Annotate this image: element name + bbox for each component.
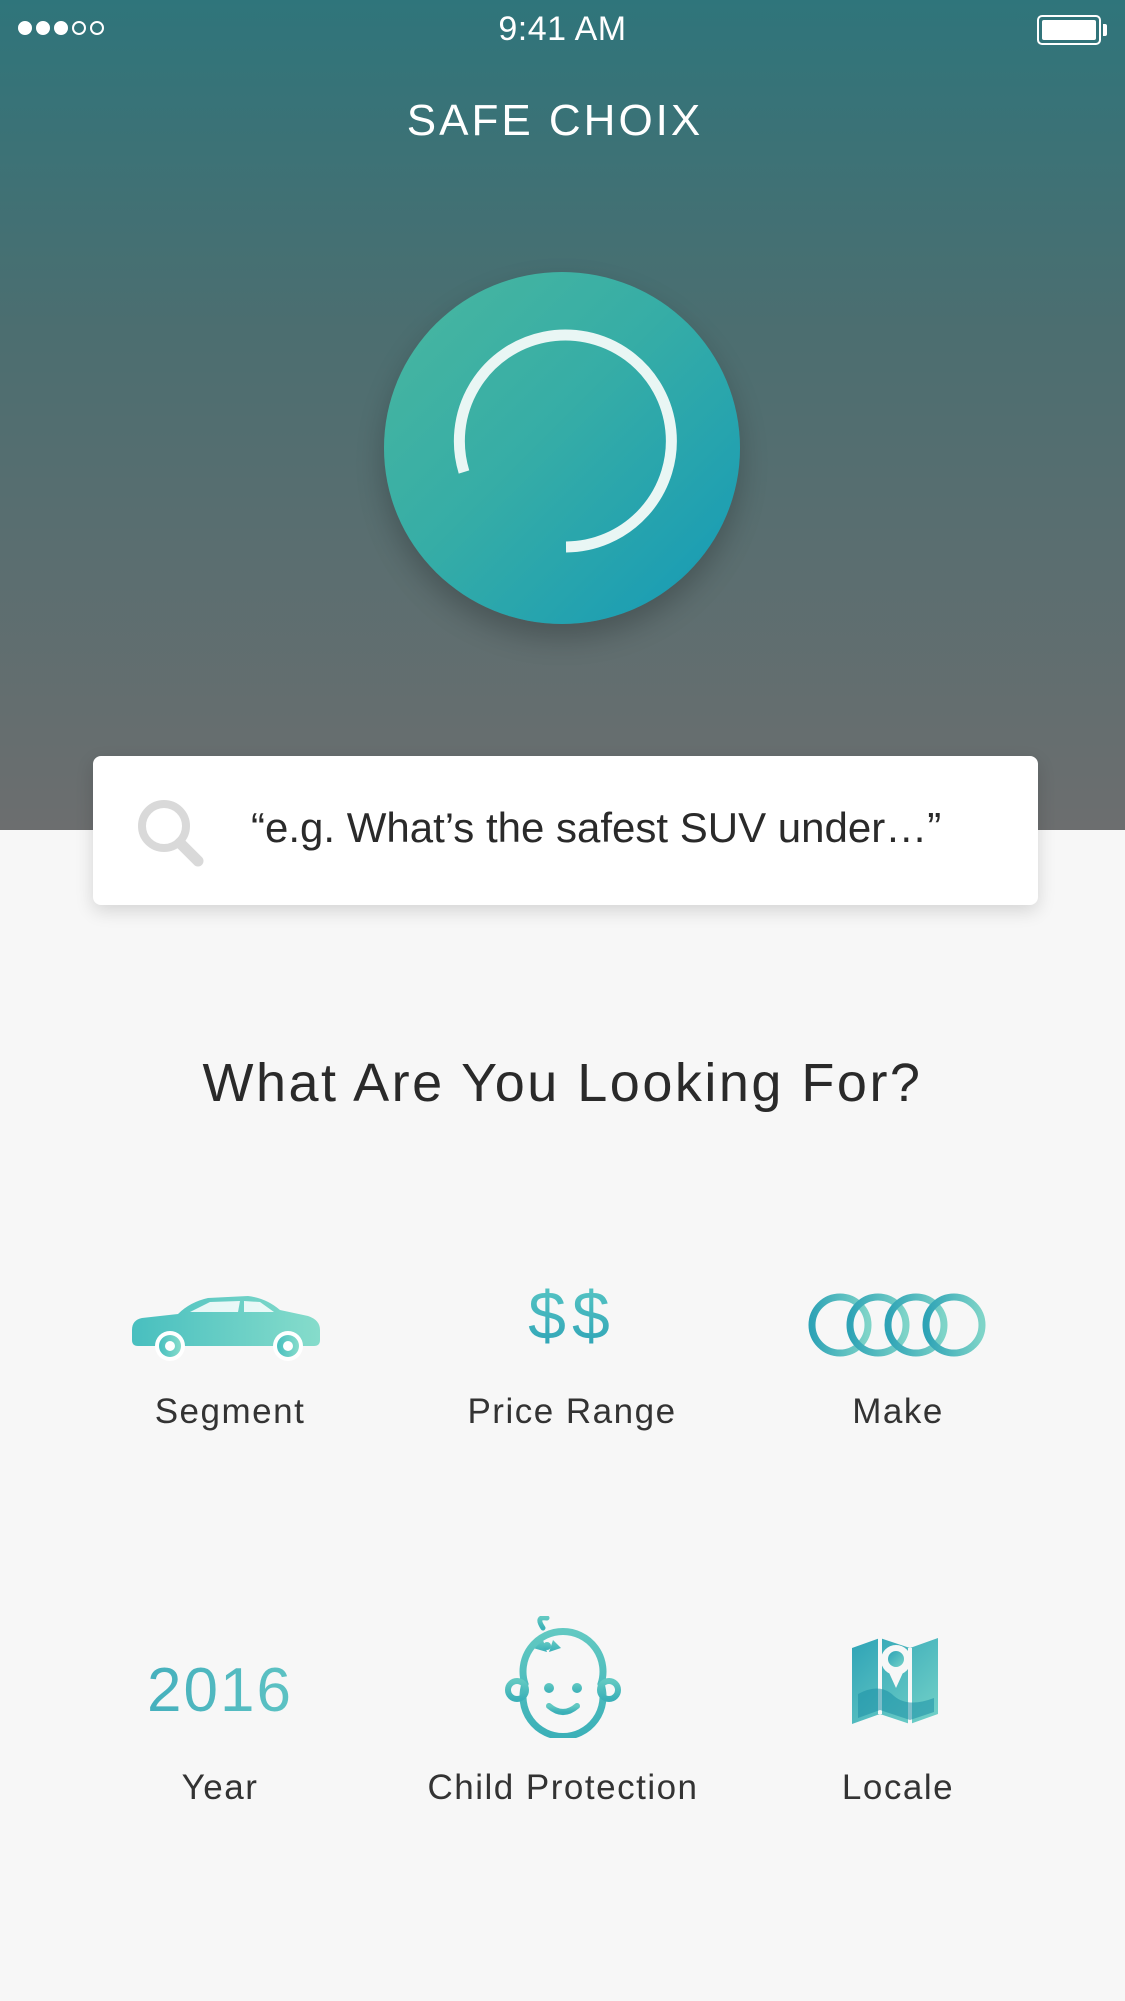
option-make[interactable]: Make [728,1262,1068,1432]
search-bar[interactable]: “e.g. What’s the safest SUV under…” [93,756,1038,905]
loading-ring-icon [453,329,677,553]
option-locale[interactable]: Locale [728,1628,1068,1808]
option-label: Segment [154,1392,306,1431]
header-hero: 9:41 AM SAFE CHOIX [0,0,1125,830]
car-icon [132,1296,320,1361]
option-label: Child Protection [427,1768,699,1807]
app-title: SAFE CHOIX [406,96,704,145]
option-label: Price Range [467,1392,677,1431]
option-label: Year [181,1768,259,1807]
dollar-icon: $$ [402,1282,742,1350]
status-time: 9:41 AM [498,10,627,48]
section-title: What Are You Looking For? [202,1053,923,1113]
option-year[interactable]: 2016 Year [50,1628,390,1808]
app-screen: 9:41 AM SAFE CHOIX “e.g. What’s the safe… [0,0,1125,2001]
option-price-range[interactable]: $$ Price Range [402,1262,742,1432]
baby-face-icon [505,1616,621,1738]
status-bar: 9:41 AM [0,0,1125,62]
year-text: 2016 [50,1660,390,1722]
option-label: Make [852,1392,944,1431]
map-pin-icon [852,1638,938,1724]
voice-search-button[interactable] [384,272,740,624]
search-icon [138,800,204,867]
search-input[interactable]: “e.g. What’s the safest SUV under…” [251,804,941,852]
battery-icon [1037,15,1107,45]
option-child-protection[interactable]: Child Protection [393,1612,733,1808]
option-label: Locale [841,1768,955,1807]
option-segment[interactable]: Segment [60,1262,400,1432]
rings-logo-icon [808,1293,986,1357]
